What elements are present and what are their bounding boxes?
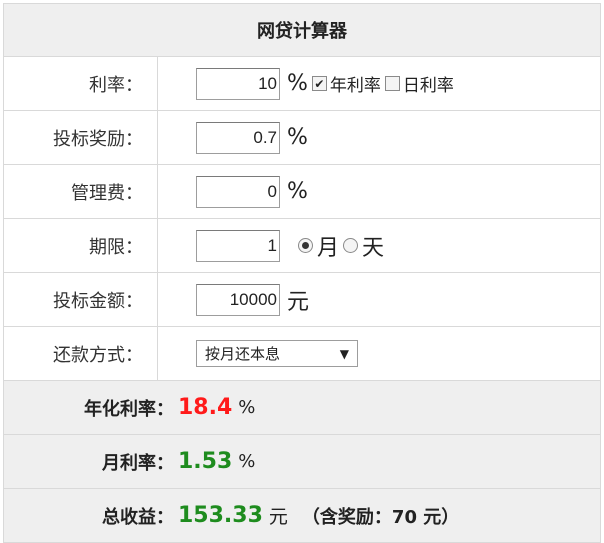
bonus-label: 投标奖励： <box>4 111 158 164</box>
amount-input[interactable]: 10000 <box>196 283 280 316</box>
daily-rate-label[interactable]: 日利率 <box>403 71 454 96</box>
daily-rate-checkbox[interactable] <box>384 76 400 91</box>
bonus-row: 投标奖励： 0.7 % <box>4 111 600 165</box>
fee-unit: % <box>287 179 308 204</box>
total-result-unit: 元 <box>268 506 288 528</box>
annual-result-label: 年化利率： <box>84 398 174 420</box>
monthly-result-value: 1.53 <box>178 449 233 474</box>
monthly-result-unit: % <box>238 451 256 472</box>
rate-input[interactable]: 10 <box>196 67 280 100</box>
month-radio[interactable] <box>298 238 313 253</box>
rate-row: 利率： 10 % ✔ 年利率 日利率 <box>4 57 600 111</box>
repay-method-select[interactable]: 按月还本息 ▼ <box>196 340 358 367</box>
month-radio-label[interactable]: 月 <box>317 230 339 262</box>
fee-input[interactable]: 0 <box>196 175 280 208</box>
repay-method-value: 按月还本息 <box>205 345 281 363</box>
loan-calculator: 网贷计算器 利率： 10 % ✔ 年利率 日利率 投标奖励： 0.7 % 管理费… <box>3 3 601 543</box>
day-radio[interactable] <box>343 238 359 253</box>
fee-label: 管理费： <box>4 165 158 218</box>
rate-unit: % <box>287 71 308 96</box>
annual-rate-checkbox[interactable]: ✔ <box>311 76 327 91</box>
rate-label: 利率： <box>4 57 158 110</box>
annual-rate-label[interactable]: 年利率 <box>330 71 381 96</box>
amount-row: 投标金额： 10000 元 <box>4 273 600 327</box>
term-input[interactable]: 1 <box>196 229 280 262</box>
total-result-row: 总收益： 153.33 元 （含奖励：70 元） <box>4 489 600 542</box>
monthly-result-row: 月利率： 1.53 % <box>4 435 600 489</box>
annual-result-row: 年化利率： 18.4 % <box>4 381 600 435</box>
total-result-value: 153.33 <box>178 503 263 528</box>
repay-row: 还款方式： 按月还本息 ▼ <box>4 327 600 381</box>
fee-row: 管理费： 0 % <box>4 165 600 219</box>
amount-label: 投标金额： <box>4 273 158 326</box>
term-row: 期限： 1 月 天 <box>4 219 600 273</box>
monthly-result-label: 月利率： <box>102 452 174 474</box>
amount-unit: 元 <box>287 289 310 315</box>
repay-label: 还款方式： <box>4 327 158 380</box>
dropdown-arrow-icon: ▼ <box>339 346 349 361</box>
total-bonus-note: （含奖励：70 元） <box>301 506 460 528</box>
day-radio-label[interactable]: 天 <box>362 230 384 262</box>
calculator-title: 网贷计算器 <box>4 4 600 57</box>
term-label: 期限： <box>4 219 158 272</box>
annual-result-unit: % <box>238 397 256 418</box>
bonus-input[interactable]: 0.7 <box>196 121 280 154</box>
bonus-unit: % <box>287 125 308 150</box>
annual-result-value: 18.4 <box>178 395 233 420</box>
total-result-label: 总收益： <box>102 506 174 528</box>
